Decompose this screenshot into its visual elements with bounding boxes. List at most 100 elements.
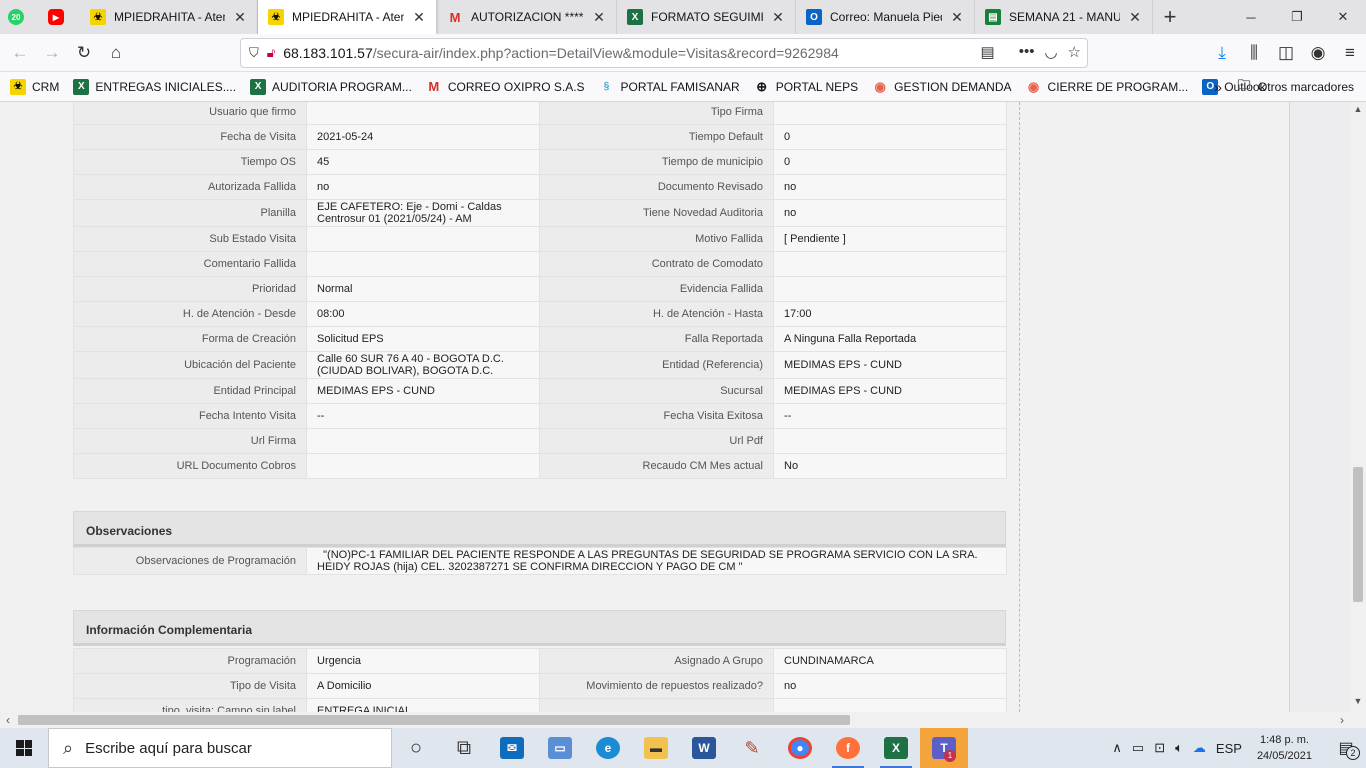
field-value: [ Pendiente ] xyxy=(773,226,1007,252)
tab-1[interactable]: ☣ MPIEDRAHITA - Atenc ✕ xyxy=(258,0,437,34)
volume-icon[interactable]: 🔈︎ xyxy=(1175,740,1183,756)
close-icon[interactable]: ✕ xyxy=(592,10,606,24)
scroll-right-icon[interactable]: › xyxy=(1334,712,1350,728)
bookmark-label: CORREO OXIPRO S.A.S xyxy=(447,79,585,94)
word-icon[interactable]: W xyxy=(680,728,728,768)
insecure-lock-icon[interactable]: 🔓︎ xyxy=(267,45,275,61)
firefox-icon[interactable]: f xyxy=(824,728,872,768)
bookmark-famisanar[interactable]: § PORTAL FAMISANAR xyxy=(599,79,740,95)
address-bar[interactable]: ⛉ 🔓︎ 68.183.101.57/secura-air/index.php?… xyxy=(240,38,1088,68)
close-icon[interactable]: ✕ xyxy=(412,10,426,24)
tab-3[interactable]: X FORMATO SEGUIMIEN ✕ xyxy=(617,0,796,34)
bookmark-cierre[interactable]: ◉ CIERRE DE PROGRAM... xyxy=(1026,79,1188,95)
close-icon[interactable]: ✕ xyxy=(771,10,785,24)
tab-bar: 20 ▶ ☣ MPIEDRAHITA - Atenc ✕ ☣ MPIEDRAHI… xyxy=(0,0,1366,34)
pinned-tab-youtube[interactable]: ▶ xyxy=(40,0,80,34)
close-icon[interactable]: ✕ xyxy=(233,10,247,24)
file-explorer-icon[interactable]: ▬ xyxy=(632,728,680,768)
field-value: no xyxy=(773,673,1007,699)
scrollbar-thumb[interactable] xyxy=(18,715,850,725)
field-value: 0 xyxy=(773,124,1007,150)
restore-icon[interactable]: ❐ xyxy=(1274,0,1320,34)
bookmark-crm[interactable]: ☣ CRM xyxy=(10,78,59,95)
close-icon[interactable]: ✕ xyxy=(950,10,964,24)
scroll-down-icon[interactable]: ▼ xyxy=(1350,696,1366,710)
reload-icon[interactable]: ↻ xyxy=(68,37,100,69)
globe-icon: ⊕ xyxy=(756,78,768,94)
bookmark-label: GESTION DEMANDA xyxy=(894,79,1012,94)
mail-icon[interactable]: ✉ xyxy=(488,728,536,768)
bookmark-neps[interactable]: ⊕ PORTAL NEPS xyxy=(754,79,858,95)
overflow-chevron-icon[interactable]: » xyxy=(1214,79,1222,95)
close-window-icon[interactable]: ✕ xyxy=(1320,0,1366,34)
library-icon[interactable]: ⫼ xyxy=(1238,37,1270,69)
horizontal-scrollbar[interactable]: ‹ › xyxy=(0,712,1350,728)
window-app-icon[interactable]: ▭ xyxy=(536,728,584,768)
field-label: H. de Atención - Desde xyxy=(73,301,307,327)
scroll-left-icon[interactable]: ‹ xyxy=(0,712,16,728)
other-bookmarks[interactable]: 🗀︎ Otros marcadores xyxy=(1236,77,1354,95)
tab-4[interactable]: O Correo: Manuela Piedr ✕ xyxy=(796,0,975,34)
other-bookmarks-label: Otros marcadores xyxy=(1257,80,1354,94)
field-value: Calle 60 SUR 76 A 40 - BOGOTA D.C. (CIUD… xyxy=(306,351,540,379)
scroll-up-icon[interactable]: ▲ xyxy=(1350,104,1366,118)
home-icon[interactable]: ⌂ xyxy=(100,37,132,69)
field-label: Tiene Novedad Auditoria xyxy=(539,199,774,227)
youtube-icon: ▶ xyxy=(48,9,64,25)
tab-5[interactable]: ▤ SEMANA 21 - MANUE ✕ xyxy=(975,0,1153,34)
field-label: Tiempo Default xyxy=(539,124,774,150)
download-icon[interactable]: ⤓ xyxy=(1206,37,1238,69)
edge-icon[interactable]: e xyxy=(584,728,632,768)
clock[interactable]: 1:48 p. m. 24/05/2021 xyxy=(1257,732,1312,764)
notification-center-icon[interactable]: ▤ 2 xyxy=(1326,728,1366,768)
folder-icon: 🗀︎ xyxy=(1237,77,1251,92)
tab-0[interactable]: ☣ MPIEDRAHITA - Atenc ✕ xyxy=(80,0,258,34)
excel-taskbar-icon[interactable]: X xyxy=(872,728,920,768)
field-value: A Ninguna Falla Reportada xyxy=(773,326,1007,352)
menu-icon[interactable]: ≡ xyxy=(1334,37,1366,69)
vertical-scrollbar[interactable]: ▲ ▼ xyxy=(1350,102,1366,712)
table-row: Programación Urgencia Asignado A Grupo CUND… xyxy=(73,648,1007,674)
bookmark-label: ENTREGAS INICIALES.... xyxy=(95,79,237,94)
shield-icon[interactable]: ⛉ xyxy=(249,45,259,61)
minimize-icon[interactable]: ─ xyxy=(1228,0,1274,34)
field-value: 2021-05-24 xyxy=(306,124,540,150)
field-value: Solicitud EPS xyxy=(306,326,540,352)
reader-view-icon[interactable]: ▤ xyxy=(981,43,995,61)
field-label: tipo_visita: Campo sin label xyxy=(73,698,307,712)
tab-2[interactable]: M AUTORIZACION **** P ✕ xyxy=(437,0,617,34)
field-value: Normal xyxy=(306,276,540,302)
field-label: Entidad Principal xyxy=(73,378,307,404)
network-icon[interactable]: ⊡ xyxy=(1154,740,1165,756)
windows-start-icon[interactable] xyxy=(0,728,48,768)
back-icon[interactable]: ← xyxy=(4,37,36,69)
chrome-icon[interactable]: ● xyxy=(776,728,824,768)
bookmark-correo[interactable]: M CORREO OXIPRO S.A.S xyxy=(426,79,585,95)
battery-icon[interactable]: ▭ xyxy=(1132,740,1144,756)
page-actions-icon[interactable]: ••• xyxy=(1019,43,1035,61)
close-icon[interactable]: ✕ xyxy=(1128,10,1142,24)
sidebar-icon[interactable]: ◫ xyxy=(1270,37,1302,69)
onedrive-icon[interactable]: ☁ xyxy=(1193,740,1206,756)
forward-icon[interactable]: → xyxy=(36,37,68,69)
account-icon[interactable]: ◉ xyxy=(1302,37,1334,69)
bookmark-auditoria[interactable]: X AUDITORIA PROGRAM... xyxy=(250,78,412,95)
whatsapp-icon: 20 xyxy=(8,9,24,25)
field-label: Sub Estado Visita xyxy=(73,226,307,252)
chevron-up-icon[interactable]: ∧ xyxy=(1112,740,1122,756)
task-view-icon[interactable]: ⧉ xyxy=(440,728,488,768)
bookmark-star-icon[interactable]: ☆ xyxy=(1068,43,1081,61)
bookmark-gestion[interactable]: ◉ GESTION DEMANDA xyxy=(872,79,1012,95)
paint-icon[interactable]: ✎ xyxy=(728,728,776,768)
scrollbar-thumb[interactable] xyxy=(1353,467,1363,602)
cortana-icon[interactable]: ○ xyxy=(392,728,440,768)
new-tab-button[interactable]: + xyxy=(1153,0,1187,34)
language-indicator[interactable]: ESP xyxy=(1216,741,1242,756)
field-value: -- xyxy=(306,403,540,429)
taskbar-search[interactable]: ⌕ Escribe aquí para buscar xyxy=(48,728,392,768)
bookmark-label: PORTAL FAMISANAR xyxy=(620,79,740,94)
pocket-icon[interactable]: ◡ xyxy=(1044,43,1057,61)
pinned-tab-whatsapp[interactable]: 20 xyxy=(0,0,40,34)
teams-icon[interactable]: T1 xyxy=(920,728,968,768)
bookmark-entregas[interactable]: X ENTREGAS INICIALES.... xyxy=(73,78,237,95)
